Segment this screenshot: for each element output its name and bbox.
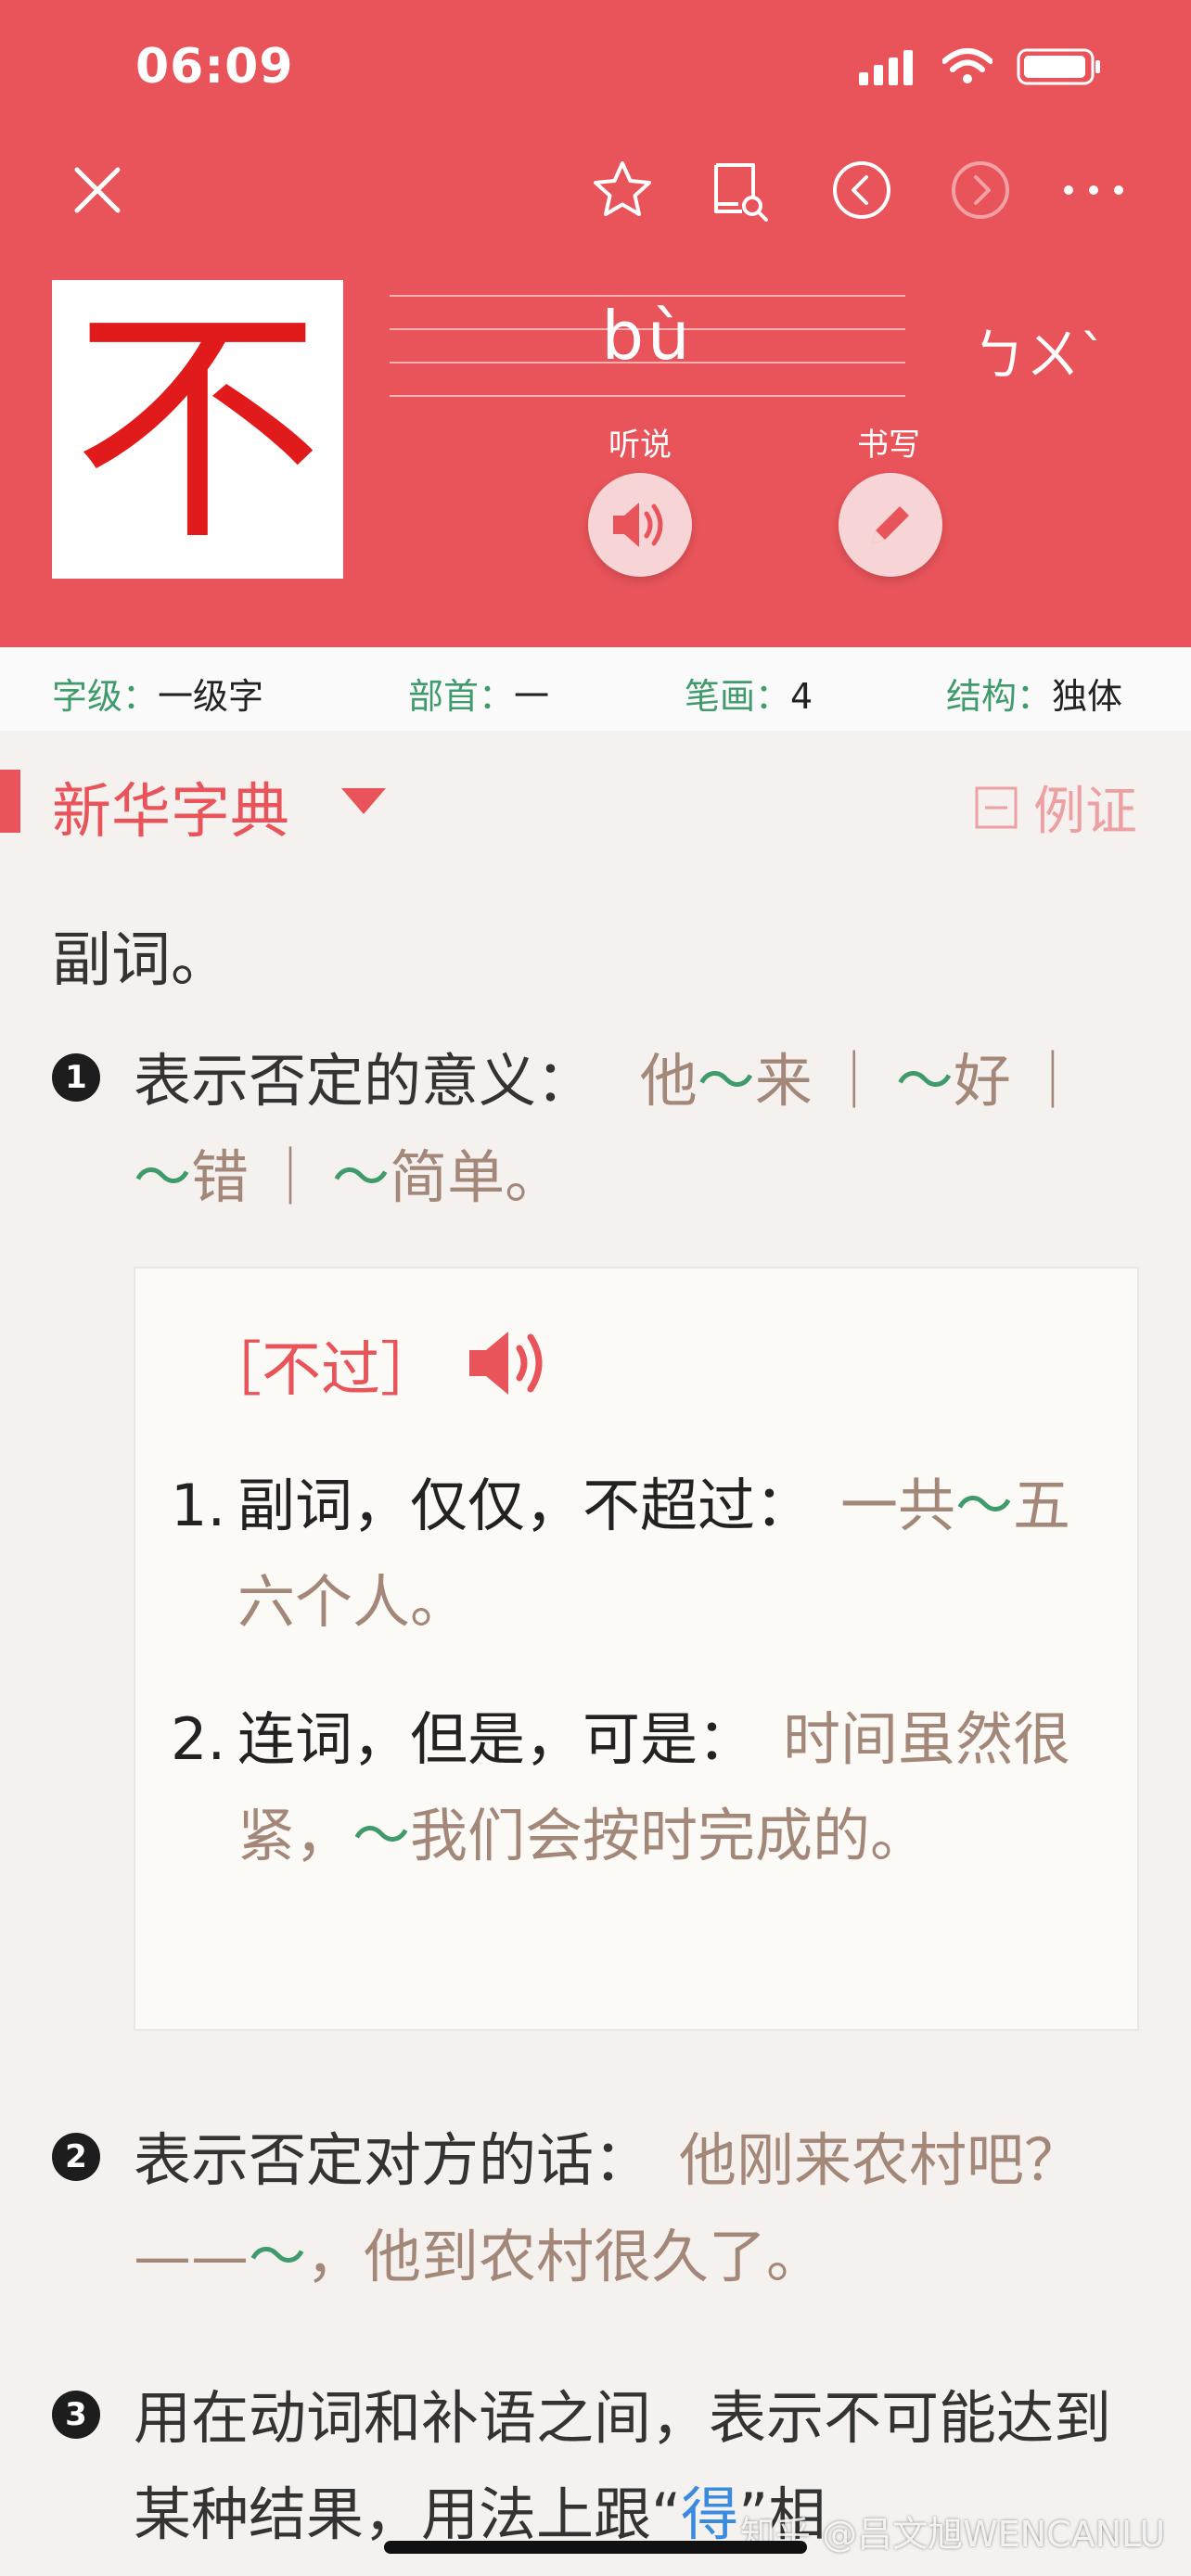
- zhuyin-text: ㄅㄨˋ: [972, 324, 1108, 387]
- part-of-speech: 副词。: [52, 926, 230, 995]
- definition-number: 1: [52, 1053, 100, 1102]
- dictionary-selector[interactable]: 新华字典: [52, 764, 289, 849]
- phrase-card: ［不过］ 1. 副词，仅仅，不超过： 一共～五六个人。 2. 连词，但是，可是：时…: [134, 1267, 1139, 2031]
- header: 06:09 不 bù ㄅㄨˋ 听说 书写: [0, 0, 1191, 647]
- star-icon: [594, 161, 651, 216]
- dictionary-search-button[interactable]: [698, 148, 781, 232]
- collapse-box-icon: [975, 786, 1018, 828]
- dictionary-section-header: 新华字典 例证: [0, 760, 1191, 847]
- speaker-icon: [469, 1332, 543, 1395]
- pinyin-text: bù: [601, 297, 694, 375]
- phrase-sense-1: 1. 副词，仅仅，不超过： 一共～五六个人。: [171, 1472, 1071, 1636]
- close-icon: [74, 167, 121, 213]
- home-indicator[interactable]: [384, 2541, 807, 2554]
- info-radical: 部首：一: [408, 676, 550, 717]
- info-structure: 结构：独体: [946, 676, 1123, 717]
- character-box: 不: [52, 280, 343, 579]
- more-icon: [1064, 185, 1123, 195]
- example-toggle-button[interactable]: 例证: [974, 770, 1137, 845]
- section-accent-bar: [0, 770, 20, 833]
- chevron-right-circle-icon: [952, 161, 1009, 219]
- battery-icon: [1017, 48, 1100, 85]
- listen-button[interactable]: [588, 473, 692, 577]
- next-button[interactable]: [939, 148, 1022, 232]
- write-label: 书写: [857, 427, 920, 464]
- status-icons: [859, 46, 1102, 87]
- phrase-sound-button[interactable]: [464, 1326, 557, 1404]
- phrase-sense-2: 2. 连词，但是，可是： 时间虽然很紧，～我们会按时完成的。: [171, 1705, 1071, 1869]
- entry-character: 不: [72, 283, 323, 575]
- linked-character[interactable]: 得: [681, 2480, 738, 2548]
- listen-label: 听说: [608, 427, 672, 464]
- definition-number: 2: [52, 2133, 100, 2181]
- caret-down-icon[interactable]: [341, 788, 386, 814]
- book-search-icon: [714, 163, 768, 222]
- pencil-icon: [872, 506, 909, 543]
- character-info-bar: 字级：一级字 部首：一 笔画：4 结构：独体: [0, 647, 1191, 731]
- chevron-left-circle-icon: [833, 161, 890, 219]
- definition-2: 2 表示否定对方的话： 他刚来农村吧？——～，他到农村很久了。: [52, 2112, 1146, 2305]
- write-button[interactable]: [839, 473, 942, 577]
- info-strokes: 笔画：4: [685, 676, 813, 717]
- favorite-button[interactable]: [581, 148, 664, 232]
- info-level: 字级：一级字: [52, 676, 264, 717]
- speaker-icon: [613, 503, 663, 547]
- phrase-title: ［不过］: [202, 1336, 440, 1405]
- status-time: 06:09: [135, 39, 294, 95]
- signal-icon: [859, 50, 913, 85]
- definition-1: 1 表示否定的意义： 他～来｜～好 ｜～错｜～简单。: [52, 1033, 1146, 1226]
- close-button[interactable]: [56, 148, 139, 232]
- toolbar: [0, 148, 1191, 241]
- definition-number: 3: [52, 2391, 100, 2439]
- wifi-icon: [942, 48, 992, 83]
- previous-button[interactable]: [820, 148, 903, 232]
- more-button[interactable]: [1052, 148, 1135, 232]
